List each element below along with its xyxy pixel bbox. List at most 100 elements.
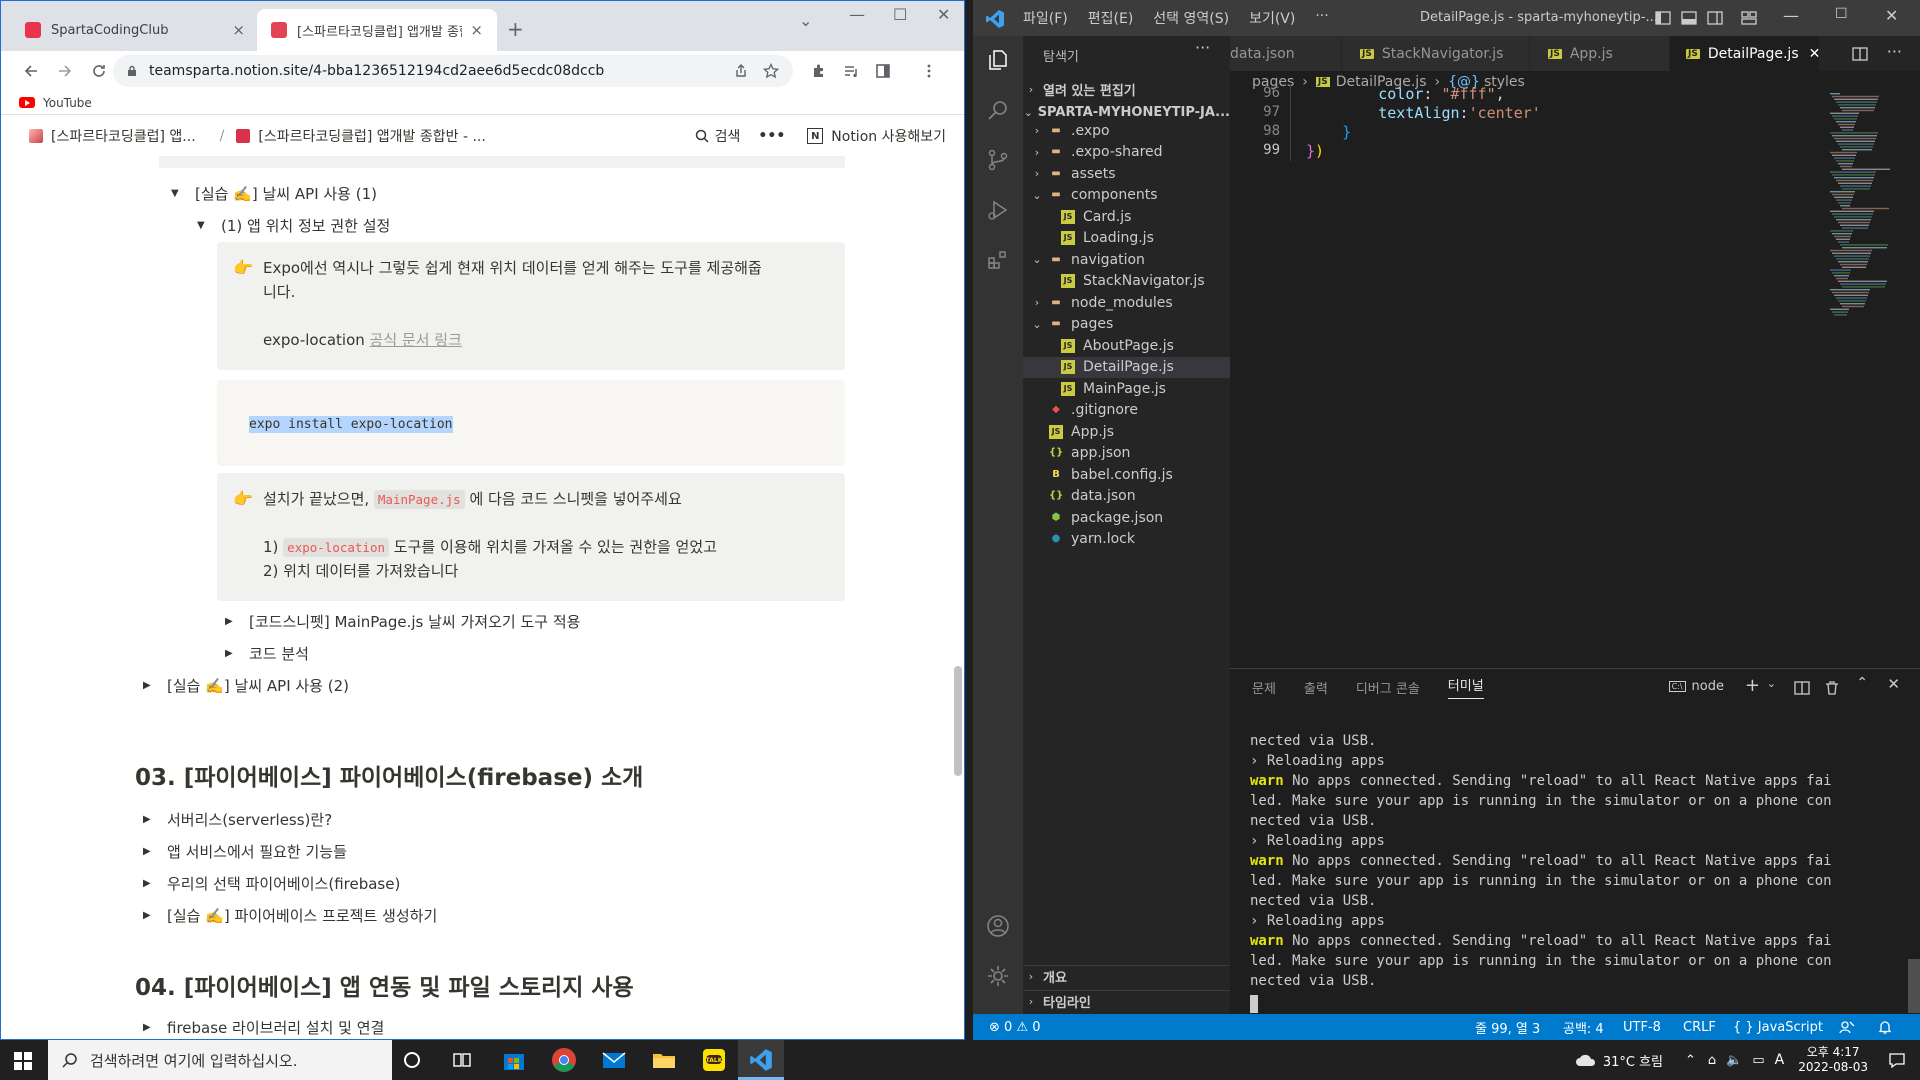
new-terminal-icon[interactable]: + [1745,675,1760,696]
explorer-more-icon[interactable]: ··· [1195,38,1210,57]
chrome-tab-sparta[interactable]: SpartaCodingClub × [11,9,259,51]
toggle-firebase-library[interactable]: ▶ firebase 라이브러리 설치 및 연결 [143,1017,384,1038]
problems-status[interactable]: ⊗ 0 ⚠ 0 [989,1020,1041,1035]
file-tree-item[interactable]: {} app.json [1023,443,1230,464]
file-tree-item[interactable]: › ▬ .expo [1023,120,1230,141]
minimap[interactable] [1830,93,1890,323]
chrome-tab-notion[interactable]: [스파르타코딩클럽] 앱개발 종합반 × [257,9,497,51]
file-tree-item[interactable]: ⬢ package.json [1023,507,1230,528]
search-button[interactable]: 검색 [715,126,741,146]
cortana-icon[interactable] [402,1050,422,1070]
close-window-icon[interactable]: ✕ [1885,6,1898,25]
file-tree-item[interactable]: {} data.json [1023,486,1230,507]
menu-selection[interactable]: 선택 영역(S) [1153,8,1229,28]
source-control-icon[interactable] [986,148,1010,172]
breadcrumb-item-2[interactable]: [스파르타코딩클럽] 앱개발 종합반 - ... [236,126,486,146]
file-explorer-icon[interactable] [650,1046,678,1074]
file-tree-item[interactable]: Bbabel.config.js [1023,464,1230,485]
onedrive-icon[interactable]: ⌂ [1708,1053,1716,1068]
indentation-status[interactable]: 공백: 4 [1563,1018,1604,1037]
clock[interactable]: 오후 4:17 2022-08-03 [1798,1045,1868,1075]
close-panel-icon[interactable]: ✕ [1887,675,1900,693]
toggle-serverless[interactable]: ▶ 서버리스(serverless)란? [143,809,332,830]
reload-button[interactable] [83,55,115,87]
notion-scrollbar[interactable] [954,666,962,776]
address-bar[interactable]: teamsparta.notion.site/4-bba1236512194cd… [113,55,793,87]
tab-stacknavigator[interactable]: JS StackNavigator.js [1342,36,1530,71]
run-debug-icon[interactable] [986,198,1010,222]
cursor-position[interactable]: 줄 99, 열 3 [1475,1018,1540,1037]
language-mode[interactable]: { } JavaScript [1733,1020,1823,1035]
toggle-panel-icon[interactable] [1681,10,1697,26]
file-tree-item[interactable]: JS Loading.js [1023,228,1230,249]
back-button[interactable] [15,55,47,87]
terminal-output[interactable]: nected via USB. › Reloading apps warn No a… [1250,731,1890,991]
notifications-bell-icon[interactable] [1877,1019,1893,1035]
terminal-selector[interactable]: C:\ node [1668,679,1724,694]
network-icon[interactable]: ▭ [1752,1053,1764,1068]
close-window-icon[interactable]: ✕ [937,5,950,24]
vscode-taskbar-button[interactable] [738,1040,784,1080]
toggle-weather-api-2[interactable]: ▶ [실습 ✍️] 날씨 API 사용 (2) [143,675,349,696]
tab-output[interactable]: 출력 [1304,678,1328,697]
windows-start-icon[interactable] [14,1052,32,1070]
timeline-section[interactable]: › 타임라인 [1023,990,1230,1012]
tab-detailpage[interactable]: JS DetailPage.js ✕ [1670,36,1820,71]
breadcrumb-item-1[interactable]: [스파르타코딩클럽] 앱... [29,126,196,146]
more-options-button[interactable]: ••• [758,128,785,144]
file-tree-item[interactable]: JS App.js [1023,421,1230,442]
trash-icon[interactable] [1824,680,1840,696]
weather-widget[interactable]: 31°C 흐림 [1603,1051,1663,1070]
toggle-code-analysis[interactable]: ▶ 코드 분석 [225,643,309,664]
account-icon[interactable] [986,914,1010,938]
close-tab-icon[interactable]: ✕ [1809,46,1821,62]
editor-more-icon[interactable]: ··· [1887,42,1902,61]
maximize-icon[interactable]: ☐ [1835,6,1848,22]
file-tree-item[interactable]: ◆ .gitignore [1023,400,1230,421]
maximize-icon[interactable]: ☐ [893,5,907,24]
tab-debug-console[interactable]: 디버그 콘솔 [1356,678,1420,697]
file-tree-item[interactable]: › ▬ .expo-shared [1023,142,1230,163]
try-notion-button[interactable]: Notion 사용해보기 [831,126,946,146]
file-tree-item[interactable]: JS MainPage.js [1023,378,1230,399]
mail-icon[interactable] [600,1046,628,1074]
file-tree-item[interactable]: JS DetailPage.js [1023,356,1230,378]
toggle-sidebar-icon[interactable] [1655,10,1671,26]
customize-layout-icon[interactable] [1741,10,1757,26]
maximize-panel-icon[interactable]: ⌃ [1856,675,1868,691]
search-icon[interactable] [986,98,1010,122]
toggle-code-snippet[interactable]: ▶ [코드스니펫] MainPage.js 날씨 가져오기 도구 적용 [225,611,580,632]
tab-data-json[interactable]: data.json [1230,36,1342,71]
docs-link[interactable]: 공식 문서 링크 [370,331,462,349]
menu-file[interactable]: 파일(F) [1023,8,1068,28]
chevron-up-icon[interactable]: ⌃ [1685,1053,1696,1068]
ime-indicator[interactable]: A [1775,1052,1785,1068]
chrome-menu-icon[interactable] [921,63,937,79]
volume-icon[interactable]: 🔈 [1726,1053,1742,1068]
kakaotalk-icon[interactable]: TALK [700,1046,728,1074]
file-tree-item[interactable]: ⌄ ▬ components [1023,185,1230,206]
notification-center-icon[interactable] [1888,1051,1906,1069]
toggle-create-firebase-project[interactable]: ▶ [실습 ✍️] 파이어베이스 프로젝트 생성하기 [143,905,437,926]
minimize-icon[interactable]: — [1783,6,1799,25]
file-tree-item[interactable]: JS AboutPage.js [1023,335,1230,356]
menu-view[interactable]: 보기(V) [1249,8,1295,28]
toggle-weather-api-1[interactable]: ▼ [실습 ✍️] 날씨 API 사용 (1) [171,183,377,204]
media-control-icon[interactable] [843,63,859,79]
code-editor[interactable]: 96 color: "#fff", 97 textAlign:'center' … [1230,85,1920,668]
explorer-icon[interactable] [986,48,1010,72]
tab-app-js[interactable]: JS App.js [1530,36,1670,71]
microsoft-store-icon[interactable] [500,1046,528,1074]
file-tree-item[interactable]: ⌄ ▬ pages [1023,314,1230,335]
chevron-down-icon[interactable]: ⌄ [1767,677,1776,690]
file-tree-item[interactable]: JS Card.js [1023,206,1230,227]
split-terminal-icon[interactable] [1794,680,1810,696]
file-tree-item[interactable]: ● yarn.lock [1023,529,1230,550]
toggle-firebase-choice[interactable]: ▶ 우리의 선택 파이어베이스(firebase) [143,873,400,894]
toggle-location-permission[interactable]: ▼ (1) 앱 위치 정보 권한 설정 [197,215,390,236]
feedback-icon[interactable] [1839,1019,1855,1035]
toggle-app-features[interactable]: ▶ 앱 서비스에서 필요한 기능들 [143,841,347,862]
eol-status[interactable]: CRLF [1683,1020,1716,1035]
file-tree-item[interactable]: JS StackNavigator.js [1023,271,1230,292]
tab-terminal[interactable]: 터미널 [1447,675,1484,699]
